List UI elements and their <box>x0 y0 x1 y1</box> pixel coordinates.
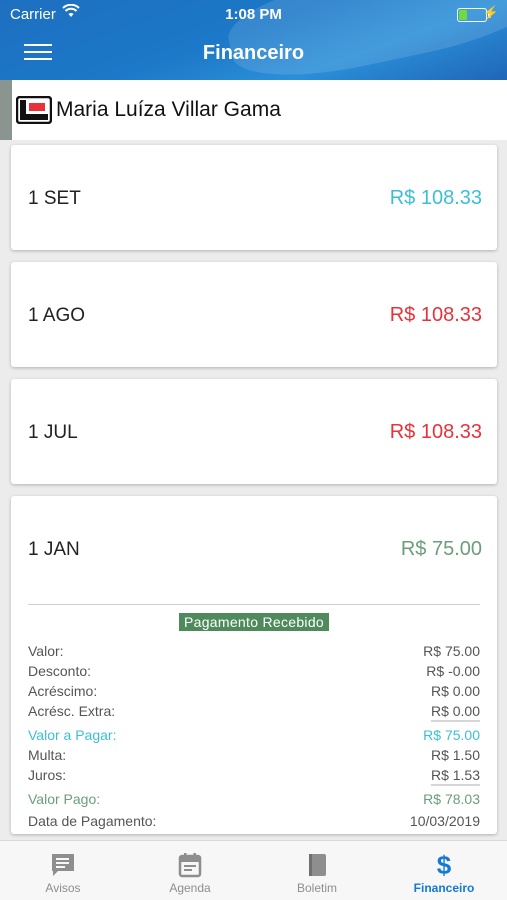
detail-label: Valor Pago: <box>28 791 101 807</box>
tab-boletim[interactable]: Boletim <box>254 841 380 900</box>
detail-label: Juros: <box>28 767 67 783</box>
payment-month: 1 AGO <box>28 305 86 326</box>
payment-card-jul[interactable]: 1 JUL R$ 108.33 <box>11 379 497 484</box>
detail-value: R$ -0.00 <box>426 663 480 679</box>
tab-label: Financeiro <box>413 881 475 895</box>
detail-row-desconto: Desconto: R$ -0.00 <box>28 661 480 681</box>
student-bar-accent <box>0 80 12 140</box>
tab-agenda[interactable]: Agenda <box>127 841 253 900</box>
payment-amount: R$ 108.33 <box>389 304 482 326</box>
tab-label: Agenda <box>169 881 211 895</box>
app-header: Carrier 1:08 PM ⚡ Financeiro <box>0 0 507 80</box>
detail-row-juros: Juros: R$ 1.53 <box>28 765 480 786</box>
detail-row-valor-a-pagar: Valor a Pagar: R$ 75.00 <box>28 725 480 745</box>
detail-label: Multa: <box>28 747 67 763</box>
detail-value: R$ 1.53 <box>430 767 480 786</box>
detail-label: Acréscimo: <box>28 683 98 699</box>
detail-value: R$ 0.00 <box>430 703 480 722</box>
detail-row-valor: Valor: R$ 75.00 <box>28 641 480 661</box>
detail-row-acrescimo: Acréscimo: R$ 0.00 <box>28 681 480 701</box>
school-logo-icon <box>16 96 52 124</box>
status-time: 1:08 PM <box>225 6 282 23</box>
details-divider <box>28 604 480 605</box>
detail-row-multa: Multa: R$ 1.50 <box>28 745 480 765</box>
student-selector[interactable]: Maria Luíza Villar Gama <box>0 80 507 140</box>
status-bar: Carrier 1:08 PM ⚡ <box>0 0 507 28</box>
detail-label: Valor: <box>28 643 64 659</box>
payment-card-set[interactable]: 1 SET R$ 108.33 <box>11 145 497 250</box>
payment-amount: R$ 108.33 <box>389 421 482 443</box>
detail-value: 10/03/2019 <box>409 813 480 829</box>
detail-label: Acrésc. Extra: <box>28 703 116 719</box>
dollar-icon: $ <box>437 851 452 879</box>
detail-value: R$ 78.03 <box>423 791 480 807</box>
detail-row-valor-pago: Valor Pago: R$ 78.03 <box>28 789 480 809</box>
svg-text:$: $ <box>437 851 452 879</box>
detail-label: Desconto: <box>28 663 92 679</box>
detail-row-data-pagamento: Data de Pagamento: 10/03/2019 <box>28 811 480 831</box>
detail-label: Data de Pagamento: <box>28 813 157 829</box>
detail-value: R$ 0.00 <box>430 683 480 699</box>
payment-month: 1 JAN <box>28 539 80 560</box>
student-name: Maria Luíza Villar Gama <box>56 98 281 121</box>
message-icon <box>52 854 74 876</box>
calendar-icon <box>178 853 202 878</box>
tab-label: Boletim <box>296 881 337 895</box>
payment-amount: R$ 108.33 <box>389 187 482 209</box>
detail-value: R$ 75.00 <box>423 727 480 743</box>
tab-financeiro[interactable]: $ Financeiro <box>381 841 507 900</box>
tab-label: Avisos <box>45 881 81 895</box>
book-icon <box>309 854 326 876</box>
detail-row-acresc-extra: Acrésc. Extra: R$ 0.00 <box>28 701 480 722</box>
payment-month: 1 SET <box>28 188 81 209</box>
payment-amount: R$ 75.00 <box>400 538 482 560</box>
payment-card-ago[interactable]: 1 AGO R$ 108.33 <box>11 262 497 367</box>
tab-avisos[interactable]: Avisos <box>0 841 126 900</box>
detail-value: R$ 1.50 <box>430 747 480 763</box>
tab-bar: Avisos Agenda Boletim $ Financeiro <box>0 840 507 900</box>
charging-bolt-icon: ⚡ <box>482 5 499 20</box>
payment-details: Pagamento Recebido Valor: R$ 75.00 Desco… <box>28 604 480 831</box>
status-badge: Pagamento Recebido <box>178 613 330 631</box>
detail-value: R$ 75.00 <box>423 643 480 659</box>
payment-card-jan-expanded[interactable]: 1 JAN R$ 75.00 Pagamento Recebido Valor:… <box>11 496 497 834</box>
detail-label: Valor a Pagar: <box>28 727 117 743</box>
payment-month: 1 JUL <box>28 422 78 443</box>
page-title: Financeiro <box>202 42 305 64</box>
